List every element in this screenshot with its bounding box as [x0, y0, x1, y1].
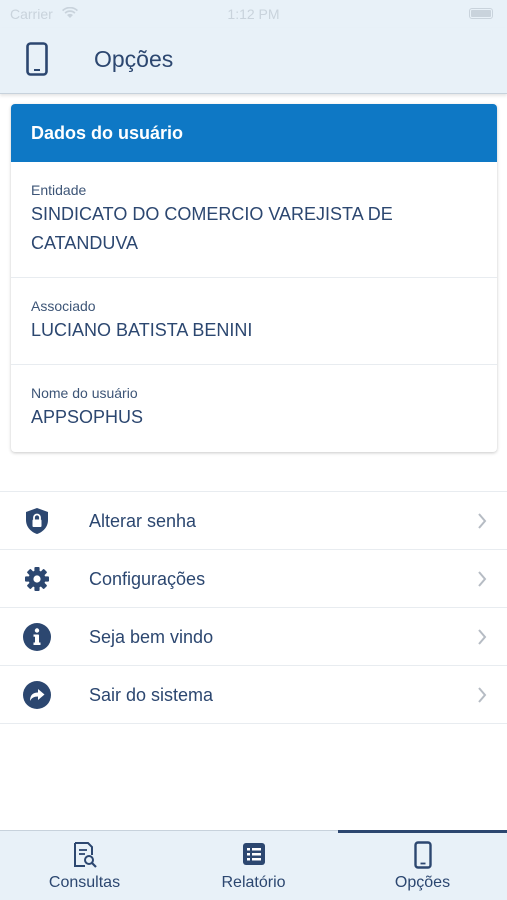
gear-icon — [22, 564, 52, 594]
share-arrow-icon — [22, 680, 52, 710]
tab-label: Relatório — [221, 874, 286, 891]
chevron-right-icon — [477, 686, 487, 709]
field-value-line: CATANDUVA — [31, 233, 139, 253]
menu-item-label: Alterar senha — [89, 511, 197, 531]
clock-time: 1:12 PM — [227, 6, 280, 22]
menu-item-sair-do-sistema[interactable]: Sair do sistema — [0, 666, 507, 724]
menu-item-label: Sair do sistema — [89, 685, 214, 705]
field-label: Nome do usuário — [31, 385, 138, 401]
menu-item-configuracoes[interactable]: Configurações — [0, 550, 507, 608]
tab-opcoes[interactable]: Opções — [338, 830, 507, 900]
field-value: LUCIANO BATISTA BENINI — [31, 320, 253, 340]
field-entidade: Entidade SINDICATO DO COMERCIO VAREJISTA… — [11, 182, 497, 258]
chevron-right-icon — [477, 570, 487, 593]
menu-item-seja-bem-vindo[interactable]: Seja bem vindo — [0, 608, 507, 666]
menu-item-label: Configurações — [89, 569, 206, 589]
field-associado: Associado LUCIANO BATISTA BENINI — [11, 298, 497, 345]
user-data-card: Dados do usuário Entidade SINDICATO DO C… — [11, 104, 497, 452]
divider — [11, 277, 497, 278]
chevron-right-icon — [477, 512, 487, 535]
options-menu: Alterar senha Configurações Seja bem vin… — [0, 491, 507, 724]
field-value-line: SINDICATO DO COMERCIO VAREJISTA DE — [31, 204, 393, 224]
info-icon — [22, 622, 52, 652]
phone-icon — [338, 841, 507, 869]
field-label: Entidade — [31, 182, 87, 198]
status-bar: Carrier 1:12 PM — [0, 0, 507, 28]
field-value: APPSOPHUS — [31, 407, 144, 427]
card-header: Dados do usuário — [11, 104, 497, 162]
tab-label: Consultas — [48, 874, 121, 891]
field-nome-usuario: Nome do usuário APPSOPHUS — [11, 385, 497, 432]
menu-item-alterar-senha[interactable]: Alterar senha — [0, 492, 507, 550]
shield-lock-icon — [22, 506, 52, 536]
page-title: Opções — [94, 46, 174, 72]
tab-label: Opções — [394, 874, 451, 891]
tab-consultas[interactable]: Consultas — [0, 831, 169, 900]
list-icon — [169, 841, 338, 869]
document-search-icon — [0, 841, 169, 869]
tab-bar: Consultas Relatório Opções — [0, 830, 507, 900]
menu-item-label: Seja bem vindo — [89, 627, 214, 647]
phone-icon — [26, 42, 48, 81]
field-label: Associado — [31, 298, 96, 314]
nav-bar: Opções — [0, 28, 507, 94]
chevron-right-icon — [477, 628, 487, 651]
battery-icon — [469, 8, 493, 19]
divider — [11, 364, 497, 365]
field-value: SINDICATO DO COMERCIO VAREJISTA DE CATAN… — [31, 200, 497, 258]
tab-relatorio[interactable]: Relatório — [169, 831, 338, 900]
